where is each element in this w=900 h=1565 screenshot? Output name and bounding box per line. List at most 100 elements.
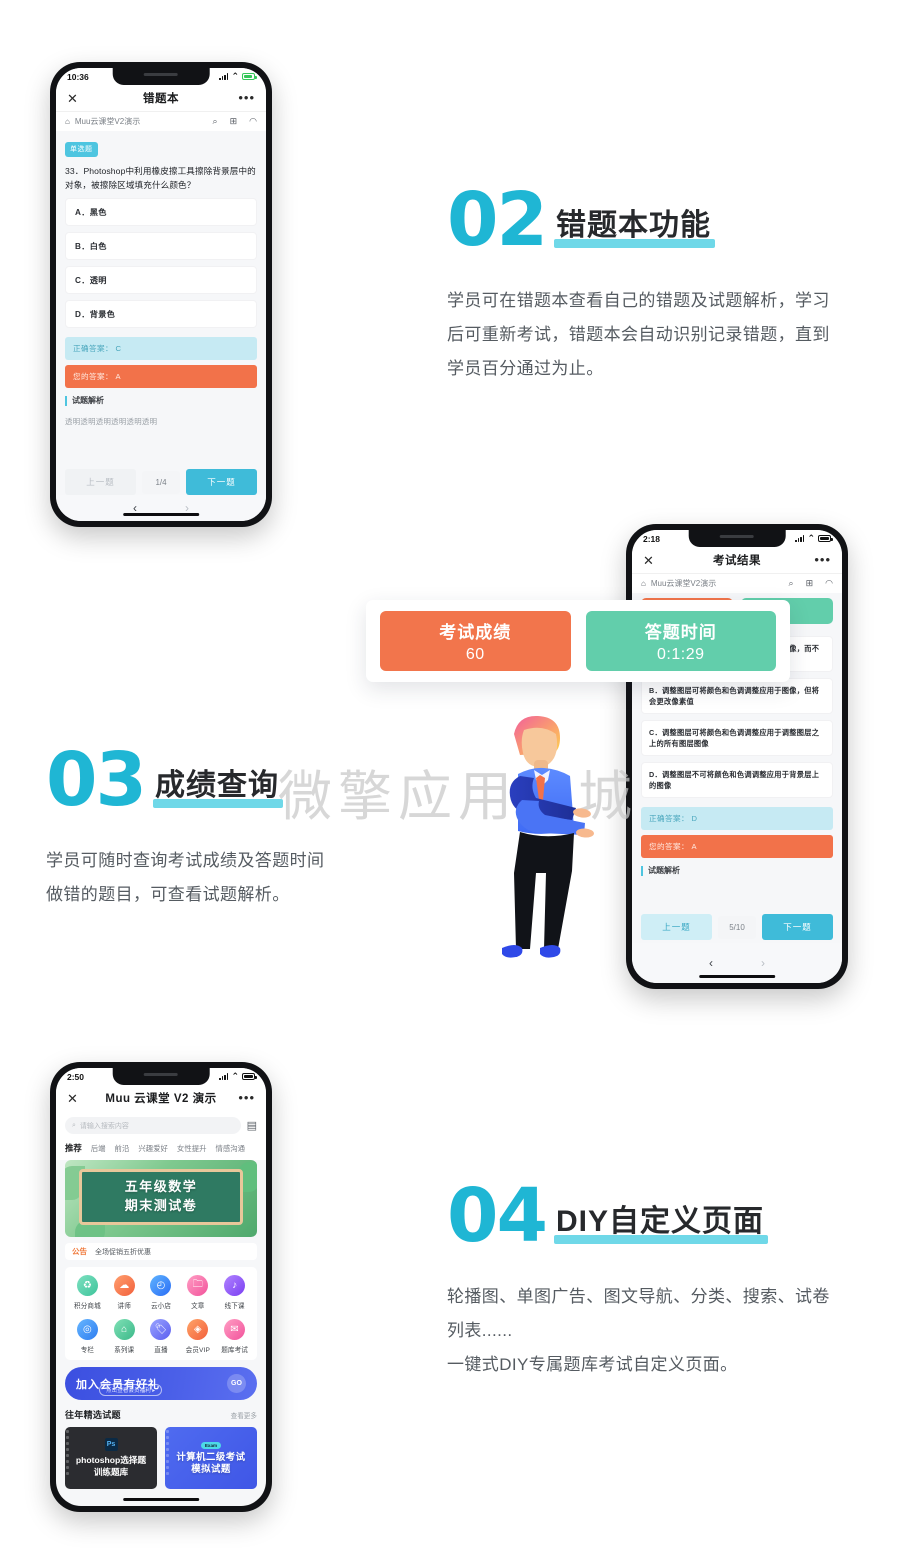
section-03-head: 03 成绩查询 — [46, 743, 324, 817]
phone1-status-icons: ⌃ — [219, 72, 257, 81]
search-input[interactable]: ⌕ 请输入搜索内容 — [65, 1117, 241, 1134]
phone1-question-nav: 上一题 1/4 下一题 — [56, 469, 266, 495]
tab-women[interactable]: 女性提升 — [177, 1143, 207, 1154]
tab-recommend[interactable]: 推荐 — [65, 1142, 82, 1154]
score-summary-card: 考试成绩 60 答题时间 0:1:29 — [366, 600, 790, 682]
home-icon[interactable]: ⌂ — [65, 117, 70, 126]
section-02: 02 错题本功能 学员可在错题本查看自己的错题及试题解析，学习 后可重新考试，错… — [447, 177, 830, 386]
answer-time-value: 0:1:29 — [657, 646, 705, 663]
analysis-text: 透明透明透明透明透明透明 — [65, 416, 158, 426]
grid-item-article[interactable]: 🗀 文章 — [179, 1275, 216, 1310]
phone1-home-indicator — [123, 512, 199, 516]
grid-item-series-class[interactable]: ⌂ 系列课 — [106, 1319, 143, 1354]
search-icon[interactable]: ⌕ — [213, 116, 218, 127]
grid-item-live[interactable]: 🏷 直播 — [143, 1319, 180, 1354]
home-icon[interactable]: ⌂ — [641, 579, 646, 588]
grid-item-question-bank[interactable]: ✉ 题库考试 — [216, 1319, 253, 1354]
back-arrow-icon[interactable]: ‹ — [709, 956, 713, 970]
hero-banner[interactable]: 五年级数学 期末测试卷 — [65, 1160, 257, 1237]
scan-icon[interactable]: ⊞ — [806, 578, 814, 589]
phone1-brandbar-actions: ⌕ ⊞ ◠ — [213, 116, 257, 127]
recycle-icon: ♻ — [76, 1275, 98, 1296]
tab-backend[interactable]: 后端 — [91, 1143, 106, 1154]
tag-icon: 🏷 — [150, 1319, 172, 1340]
phone-diy-page: 2:50 ⌃ ✕ Muu 云课堂 V2 演示 ••• ⌕ 请输入搜索内容 ▤ 推… — [50, 1062, 272, 1512]
more-icon[interactable]: ••• — [814, 553, 831, 566]
section-04-line-2: 列表...... — [447, 1320, 513, 1340]
wifi-icon: ⌃ — [807, 533, 815, 543]
signal-icon — [219, 1073, 229, 1080]
vip-go-button[interactable]: GO — [227, 1374, 246, 1393]
tab-hobby[interactable]: 兴趣爱好 — [138, 1143, 168, 1154]
section-03: 03 成绩查询 学员可随时查询考试成绩及答题时间 做错的题目，可查看试题解析。 — [46, 743, 325, 912]
phone3-home-indicator — [123, 1497, 199, 1501]
search-placeholder: 请输入搜索内容 — [79, 1122, 129, 1130]
question-type-badge: 单选题 — [65, 141, 98, 157]
search-icon[interactable]: ⌕ — [789, 578, 794, 589]
prev-question-button[interactable]: 上一题 — [641, 914, 712, 940]
phone2-brandbar-actions: ⌕ ⊞ ◠ — [789, 578, 833, 589]
exam-card-computer-level2[interactable]: Exam 计算机二级考试 模拟试题 — [165, 1427, 257, 1489]
user-icon[interactable]: ◠ — [825, 578, 833, 589]
grid-label: 积分商城 — [74, 1303, 101, 1310]
search-row: ⌕ 请输入搜索内容 ▤ — [56, 1111, 266, 1140]
cloud-icon: ☁ — [113, 1275, 135, 1296]
list-header-more[interactable]: 查看更多 — [231, 1410, 257, 1420]
option-a[interactable]: A．黑色 — [65, 197, 257, 226]
exam-score-value: 60 — [465, 646, 485, 663]
vip-promo-banner[interactable]: 加入会员有好礼 点击查看会员福利 ▸ GO — [65, 1367, 257, 1400]
phone2-status-icons: ⌃ — [795, 533, 833, 543]
section-03-line-1: 学员可随时查询考试成绩及答题时间 — [46, 850, 325, 870]
announcement-bar[interactable]: 公告 全场促销五折优惠 — [65, 1243, 257, 1260]
more-icon[interactable]: ••• — [238, 91, 255, 104]
icon-nav-grid: ♻ 积分商城 ☁ 讲师 ◴ 云小店 🗀 文章 ♪ 线下课 ◎ 专栏 ⌂ 系列课 … — [65, 1267, 257, 1360]
prev-question-button[interactable]: 上一题 — [65, 469, 136, 495]
exam-score-box: 考试成绩 60 — [380, 611, 571, 671]
ps-badge: Ps — [104, 1438, 118, 1451]
section-02-number: 02 — [447, 177, 548, 263]
location-icon: ◎ — [76, 1319, 98, 1340]
forward-arrow-icon[interactable]: › — [761, 956, 765, 970]
person-illustration — [502, 715, 594, 958]
option-d[interactable]: D．调整图层不可将颜色和色调调整应用于背景层上的图像 — [641, 762, 833, 798]
grid-item-vip[interactable]: ◈ 会员VIP — [179, 1319, 216, 1354]
grid-item-points-mall[interactable]: ♻ 积分商城 — [69, 1275, 106, 1310]
next-question-button[interactable]: 下一题 — [762, 914, 833, 940]
calendar-icon[interactable]: ▤ — [247, 1119, 257, 1132]
more-icon[interactable]: ••• — [238, 1091, 255, 1104]
grid-label: 文章 — [191, 1303, 205, 1310]
grid-label: 云小店 — [150, 1303, 172, 1310]
exam-chip: Exam — [200, 1441, 222, 1449]
question-counter: 1/4 — [142, 470, 180, 494]
section-04-line-1: 轮播图、单图广告、图文导航、分类、搜索、试卷 — [447, 1286, 830, 1306]
grid-item-column[interactable]: ◎ 专栏 — [69, 1319, 106, 1354]
correct-answer-value: D — [691, 814, 698, 823]
option-b[interactable]: B．调整图层可将颜色和色调调整应用于图像，但将会更改像素值 — [641, 678, 833, 714]
tab-emotion[interactable]: 情感沟通 — [216, 1143, 246, 1154]
scan-icon[interactable]: ⊞ — [230, 116, 238, 127]
grid-label: 题库考试 — [221, 1347, 248, 1354]
grid-item-teacher[interactable]: ☁ 讲师 — [106, 1275, 143, 1310]
option-c[interactable]: C．透明 — [65, 265, 257, 294]
section-04-number: 04 — [447, 1173, 548, 1259]
section-03-title-wrap: 成绩查询 — [152, 760, 283, 810]
tab-frontier[interactable]: 前沿 — [115, 1143, 130, 1154]
your-answer-row: 您的答案： A — [65, 364, 257, 388]
option-c[interactable]: C．调整图层可将颜色和色调调整应用于调整图层之上的所有图层图像 — [641, 720, 833, 756]
section-02-line-2: 后可重新考试，错题本会自动识别记录错题，直到 — [447, 324, 830, 344]
music-icon: ♪ — [224, 1275, 246, 1296]
card-line-1: photoshop选择题 — [75, 1455, 147, 1465]
mail-icon: ✉ — [224, 1319, 246, 1340]
option-b[interactable]: B．白色 — [65, 231, 257, 260]
grid-item-cloud-shop[interactable]: ◴ 云小店 — [143, 1275, 180, 1310]
option-d[interactable]: D．背景色 — [65, 299, 257, 328]
section-04-head: 04 DIY自定义页面 — [447, 1173, 830, 1259]
grid-item-offline-class[interactable]: ♪ 线下课 — [216, 1275, 253, 1310]
user-icon[interactable]: ◠ — [249, 116, 257, 127]
exam-card-photoshop[interactable]: Ps photoshop选择题 训练题库 — [65, 1427, 157, 1489]
correct-answer-row: 正确答案： D — [641, 807, 833, 830]
next-question-button[interactable]: 下一题 — [186, 469, 257, 495]
phone2-notch — [688, 530, 786, 547]
correct-answer-row: 正确答案： C — [65, 336, 257, 360]
phone1-screen: 10:36 ⌃ ✕ 错题本 ••• ⌂ Muu云课堂V2演示 ⌕ ⊞ ◠ 单选题… — [56, 68, 266, 521]
